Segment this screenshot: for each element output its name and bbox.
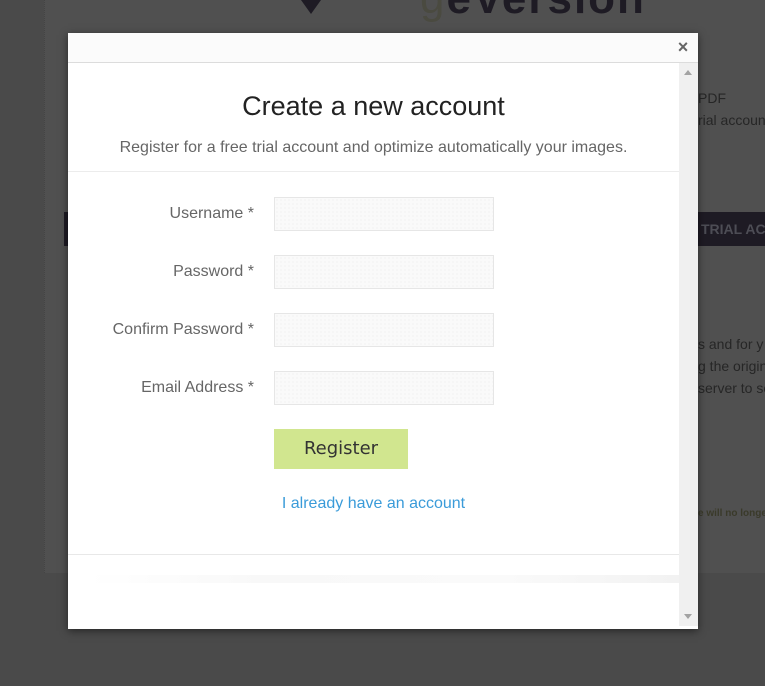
modal-body: Create a new account Register for a free… xyxy=(68,63,679,629)
register-modal: × Create a new account Register for a fr… xyxy=(68,33,698,629)
background-text: PDF xyxy=(698,90,726,106)
confirm-password-row: Confirm Password * xyxy=(68,313,679,347)
background-paragraph-line: s and for y xyxy=(698,336,764,352)
already-have-account-link[interactable]: I already have an account xyxy=(282,495,465,512)
background-note: e will no longer xyxy=(698,508,765,519)
modal-header: × xyxy=(68,33,698,63)
background-paragraph-line: server to se xyxy=(698,380,765,396)
password-label: Password * xyxy=(173,263,254,280)
email-input[interactable] xyxy=(274,371,494,405)
footer-fade xyxy=(88,575,679,583)
divider xyxy=(68,171,679,172)
username-row: Username * xyxy=(68,197,679,231)
background-text: rial account xyxy=(698,112,765,128)
register-button[interactable]: Register xyxy=(274,429,408,469)
close-icon[interactable]: × xyxy=(675,38,691,56)
email-label: Email Address * xyxy=(141,379,254,396)
username-label: Username * xyxy=(169,205,254,222)
confirm-password-label: Confirm Password * xyxy=(112,321,254,338)
login-link-container: I already have an account xyxy=(68,495,679,513)
password-row: Password * xyxy=(68,255,679,289)
background-logo-text: geVersion xyxy=(420,0,646,24)
confirm-password-input[interactable] xyxy=(274,313,494,347)
scroll-up-arrow-icon[interactable] xyxy=(684,70,692,75)
background-logo-mark xyxy=(301,0,321,14)
modal-subtitle: Register for a free trial account and op… xyxy=(119,139,628,156)
divider xyxy=(68,554,679,555)
email-row: Email Address * xyxy=(68,371,679,405)
modal-scrollbar[interactable] xyxy=(679,63,698,626)
background-banner-button: TRIAL AC xyxy=(698,212,765,246)
modal-title: Create a new account xyxy=(242,91,505,121)
username-input[interactable] xyxy=(274,197,494,231)
scroll-down-arrow-icon[interactable] xyxy=(684,614,692,619)
background-paragraph-line: g the origin xyxy=(698,358,765,374)
password-input[interactable] xyxy=(274,255,494,289)
